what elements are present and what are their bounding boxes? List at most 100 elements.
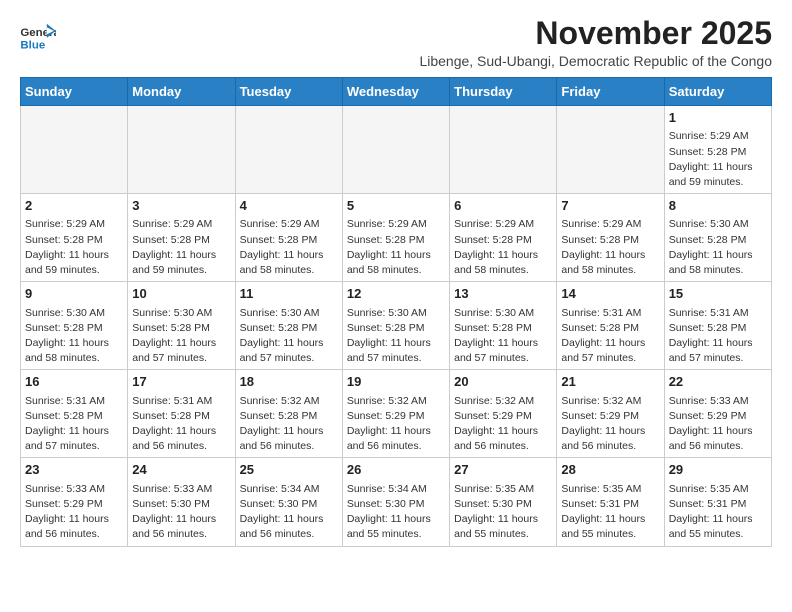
day-info-text: Sunrise: 5:32 AMSunset: 5:29 PMDaylight:…: [561, 394, 659, 455]
calendar-day-cell: 19 Sunrise: 5:32 AMSunset: 5:29 PMDayligh…: [342, 370, 449, 458]
day-number: 2: [25, 197, 123, 215]
calendar-day-cell: 9 Sunrise: 5:30 AMSunset: 5:28 PMDaylight…: [21, 282, 128, 370]
title-block: November 2025 Libenge, Sud-Ubangi, Democ…: [419, 16, 772, 69]
calendar-day-cell: [342, 106, 449, 194]
header: General Blue November 2025 Libenge, Sud-…: [20, 16, 772, 69]
logo-icon: General Blue: [20, 22, 56, 52]
calendar-day-cell: 14 Sunrise: 5:31 AMSunset: 5:28 PMDayligh…: [557, 282, 664, 370]
day-info-text: Sunrise: 5:30 AMSunset: 5:28 PMDaylight:…: [132, 306, 230, 367]
calendar-day-cell: 21 Sunrise: 5:32 AMSunset: 5:29 PMDayligh…: [557, 370, 664, 458]
day-info-text: Sunrise: 5:32 AMSunset: 5:29 PMDaylight:…: [347, 394, 445, 455]
day-info-text: Sunrise: 5:31 AMSunset: 5:28 PMDaylight:…: [132, 394, 230, 455]
calendar-day-cell: 25 Sunrise: 5:34 AMSunset: 5:30 PMDayligh…: [235, 458, 342, 546]
header-sunday: Sunday: [21, 78, 128, 106]
calendar-day-cell: 15 Sunrise: 5:31 AMSunset: 5:28 PMDayligh…: [664, 282, 771, 370]
calendar-day-cell: [235, 106, 342, 194]
day-info-text: Sunrise: 5:30 AMSunset: 5:28 PMDaylight:…: [240, 306, 338, 367]
calendar-day-cell: 10 Sunrise: 5:30 AMSunset: 5:28 PMDayligh…: [128, 282, 235, 370]
day-info-text: Sunrise: 5:30 AMSunset: 5:28 PMDaylight:…: [669, 217, 767, 278]
day-number: 12: [347, 285, 445, 303]
day-number: 1: [669, 109, 767, 127]
day-number: 20: [454, 373, 552, 391]
day-number: 7: [561, 197, 659, 215]
day-info-text: Sunrise: 5:30 AMSunset: 5:28 PMDaylight:…: [347, 306, 445, 367]
calendar-table: Sunday Monday Tuesday Wednesday Thursday…: [20, 77, 772, 546]
day-number: 23: [25, 461, 123, 479]
day-number: 3: [132, 197, 230, 215]
day-number: 22: [669, 373, 767, 391]
day-number: 11: [240, 285, 338, 303]
calendar-day-cell: 11 Sunrise: 5:30 AMSunset: 5:28 PMDayligh…: [235, 282, 342, 370]
calendar-day-cell: 28 Sunrise: 5:35 AMSunset: 5:31 PMDayligh…: [557, 458, 664, 546]
day-number: 6: [454, 197, 552, 215]
calendar-day-cell: 13 Sunrise: 5:30 AMSunset: 5:28 PMDayligh…: [450, 282, 557, 370]
header-friday: Friday: [557, 78, 664, 106]
day-number: 9: [25, 285, 123, 303]
day-number: 21: [561, 373, 659, 391]
calendar-day-cell: 22Sunrise: 5:33 AMSunset: 5:29 PMDayligh…: [664, 370, 771, 458]
calendar-day-cell: [128, 106, 235, 194]
day-info-text: Sunrise: 5:31 AMSunset: 5:28 PMDaylight:…: [669, 306, 767, 367]
day-info-text: Sunrise: 5:30 AMSunset: 5:28 PMDaylight:…: [454, 306, 552, 367]
day-number: 24: [132, 461, 230, 479]
day-info-text: Sunrise: 5:31 AMSunset: 5:28 PMDaylight:…: [561, 306, 659, 367]
calendar-day-cell: 24 Sunrise: 5:33 AMSunset: 5:30 PMDayligh…: [128, 458, 235, 546]
day-number: 18: [240, 373, 338, 391]
day-info-text: Sunrise: 5:35 AMSunset: 5:31 PMDaylight:…: [561, 482, 659, 543]
calendar-week-row: 2 Sunrise: 5:29 AMSunset: 5:28 PMDaylight…: [21, 194, 772, 282]
calendar-day-cell: 17Sunrise: 5:31 AMSunset: 5:28 PMDayligh…: [128, 370, 235, 458]
day-info-text: Sunrise: 5:29 AMSunset: 5:28 PMDaylight:…: [132, 217, 230, 278]
calendar-day-cell: 26 Sunrise: 5:34 AMSunset: 5:30 PMDayligh…: [342, 458, 449, 546]
calendar-day-cell: 18 Sunrise: 5:32 AMSunset: 5:28 PMDayligh…: [235, 370, 342, 458]
day-number: 14: [561, 285, 659, 303]
day-number: 13: [454, 285, 552, 303]
header-saturday: Saturday: [664, 78, 771, 106]
day-info-text: Sunrise: 5:34 AMSunset: 5:30 PMDaylight:…: [240, 482, 338, 543]
calendar-day-cell: [450, 106, 557, 194]
day-number: 26: [347, 461, 445, 479]
month-year-title: November 2025: [419, 16, 772, 51]
logo: General Blue: [20, 22, 56, 52]
calendar-week-row: 1 Sunrise: 5:29 AMSunset: 5:28 PMDaylight…: [21, 106, 772, 194]
day-info-text: Sunrise: 5:29 AMSunset: 5:28 PMDaylight:…: [669, 129, 767, 190]
header-wednesday: Wednesday: [342, 78, 449, 106]
day-info-text: Sunrise: 5:29 AMSunset: 5:28 PMDaylight:…: [561, 217, 659, 278]
day-number: 28: [561, 461, 659, 479]
day-info-text: Sunrise: 5:34 AMSunset: 5:30 PMDaylight:…: [347, 482, 445, 543]
calendar-day-cell: 20 Sunrise: 5:32 AMSunset: 5:29 PMDayligh…: [450, 370, 557, 458]
day-info-text: Sunrise: 5:33 AMSunset: 5:30 PMDaylight:…: [132, 482, 230, 543]
calendar-day-cell: 8 Sunrise: 5:30 AMSunset: 5:28 PMDaylight…: [664, 194, 771, 282]
day-number: 10: [132, 285, 230, 303]
day-info-text: Sunrise: 5:29 AMSunset: 5:28 PMDaylight:…: [454, 217, 552, 278]
calendar-day-cell: 3 Sunrise: 5:29 AMSunset: 5:28 PMDaylight…: [128, 194, 235, 282]
day-number: 5: [347, 197, 445, 215]
day-info-text: Sunrise: 5:32 AMSunset: 5:29 PMDaylight:…: [454, 394, 552, 455]
calendar-day-cell: 6 Sunrise: 5:29 AMSunset: 5:28 PMDaylight…: [450, 194, 557, 282]
calendar-day-cell: 5Sunrise: 5:29 AMSunset: 5:28 PMDaylight…: [342, 194, 449, 282]
day-info-text: Sunrise: 5:35 AMSunset: 5:31 PMDaylight:…: [669, 482, 767, 543]
calendar-day-cell: 7 Sunrise: 5:29 AMSunset: 5:28 PMDaylight…: [557, 194, 664, 282]
header-thursday: Thursday: [450, 78, 557, 106]
day-info-text: Sunrise: 5:33 AMSunset: 5:29 PMDaylight:…: [25, 482, 123, 543]
calendar-day-cell: 1 Sunrise: 5:29 AMSunset: 5:28 PMDaylight…: [664, 106, 771, 194]
calendar-day-cell: 2Sunrise: 5:29 AMSunset: 5:28 PMDaylight…: [21, 194, 128, 282]
day-number: 27: [454, 461, 552, 479]
day-number: 4: [240, 197, 338, 215]
day-info-text: Sunrise: 5:32 AMSunset: 5:28 PMDaylight:…: [240, 394, 338, 455]
day-info-text: Sunrise: 5:31 AMSunset: 5:28 PMDaylight:…: [25, 394, 123, 455]
calendar-day-cell: [21, 106, 128, 194]
calendar-week-row: 23 Sunrise: 5:33 AMSunset: 5:29 PMDayligh…: [21, 458, 772, 546]
calendar-day-cell: 12 Sunrise: 5:30 AMSunset: 5:28 PMDayligh…: [342, 282, 449, 370]
day-number: 16: [25, 373, 123, 391]
day-info-text: Sunrise: 5:29 AMSunset: 5:28 PMDaylight:…: [240, 217, 338, 278]
calendar-day-cell: [557, 106, 664, 194]
day-number: 8: [669, 197, 767, 215]
day-number: 15: [669, 285, 767, 303]
day-info-text: Sunrise: 5:30 AMSunset: 5:28 PMDaylight:…: [25, 306, 123, 367]
location-subtitle: Libenge, Sud-Ubangi, Democratic Republic…: [419, 53, 772, 69]
day-number: 19: [347, 373, 445, 391]
calendar-week-row: 16 Sunrise: 5:31 AMSunset: 5:28 PMDayligh…: [21, 370, 772, 458]
day-number: 29: [669, 461, 767, 479]
header-monday: Monday: [128, 78, 235, 106]
day-number: 25: [240, 461, 338, 479]
